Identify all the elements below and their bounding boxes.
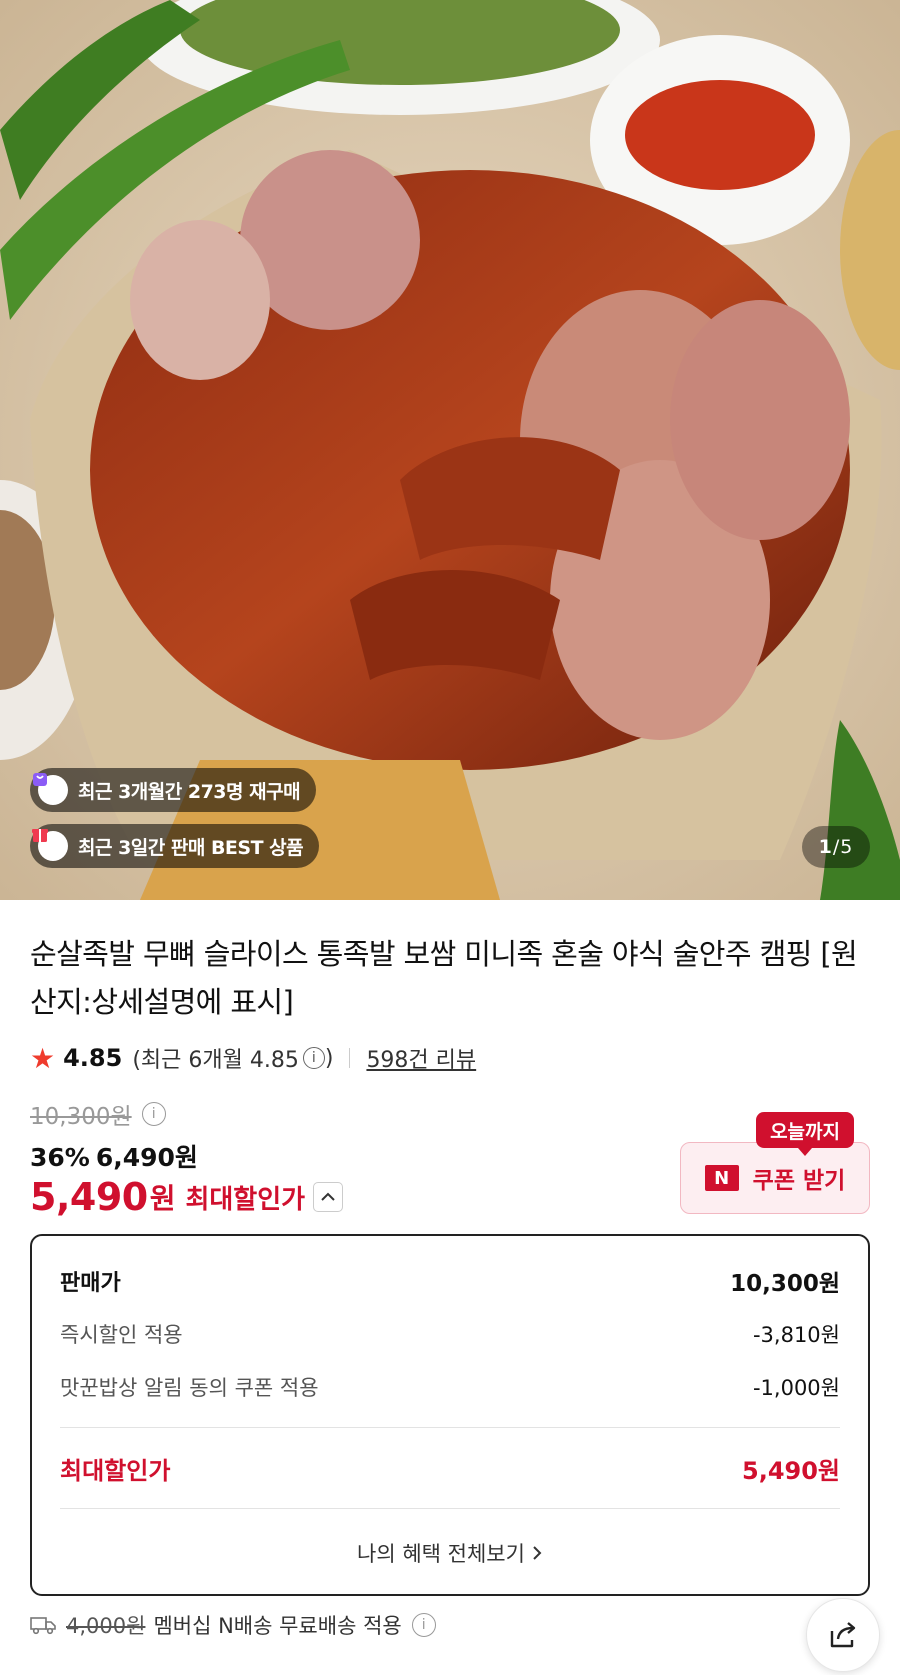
best-seller-badge: 최근 3일간 판매 BEST 상품 bbox=[30, 824, 320, 868]
star-icon: ★ bbox=[30, 1041, 56, 1075]
original-shipping-fee: 4,000원 bbox=[66, 1614, 146, 1638]
product-title: 순살족발 무뼈 슬라이스 통족발 보쌈 미니족 혼술 야식 술안주 캠핑 [원산… bbox=[30, 937, 858, 1019]
breakdown-label: 맛꾼밥상 알림 동의 쿠폰 적용 bbox=[60, 1375, 319, 1400]
image-pager: 1 / 5 bbox=[802, 826, 870, 868]
shipping-row: 4,000원 멤버십 N배송 무료배송 적용 i bbox=[30, 1610, 436, 1640]
max-discount-total-label: 최대할인가 bbox=[60, 1456, 171, 1485]
breakdown-row-instant-discount: 즉시할인 적용 -3,810원 bbox=[60, 1307, 840, 1360]
chevron-right-icon bbox=[533, 1546, 542, 1560]
discount-price-row: 36% 6,490원 bbox=[30, 1138, 198, 1174]
recent-rating-close: ) bbox=[324, 1045, 334, 1071]
free-shipping-text: 멤버십 N배송 무료배송 적용 bbox=[153, 1614, 402, 1638]
recent-rating-text: (최근 6개월 4.85 bbox=[132, 1048, 299, 1073]
divider bbox=[349, 1048, 351, 1068]
product-image-carousel[interactable]: 최근 3개월간 273명 재구매 최근 3일간 판매 BEST 상품 1 / 5 bbox=[0, 0, 900, 900]
today-only-tag: 오늘까지 bbox=[756, 1112, 854, 1156]
collapse-toggle-button[interactable] bbox=[313, 1182, 344, 1212]
discount-price: 6,490원 bbox=[95, 1143, 198, 1172]
original-price-row: 10,300원 i bbox=[30, 1097, 166, 1131]
view-all-benefits-link[interactable]: 나의 혜택 전체보기 bbox=[60, 1523, 840, 1583]
breakdown-label: 판매가 bbox=[60, 1270, 121, 1296]
discount-percent: 36% bbox=[30, 1143, 90, 1172]
review-count-link[interactable]: 598건 리뷰 bbox=[366, 1042, 476, 1074]
original-price: 10,300원 bbox=[30, 1104, 132, 1130]
share-button[interactable] bbox=[806, 1598, 880, 1672]
max-discount-label: 최대할인가 bbox=[185, 1184, 306, 1215]
repurchase-badge-text: 최근 3개월간 273명 재구매 bbox=[78, 780, 301, 803]
breakdown-row-sale-price: 판매가 10,300원 bbox=[60, 1254, 840, 1307]
max-discount-price-row: 5,490 원 최대할인가 bbox=[30, 1175, 344, 1219]
breakdown-value: -1,000원 bbox=[752, 1375, 840, 1400]
breakdown-row-coupon: 맛꾼밥상 알림 동의 쿠폰 적용 -1,000원 bbox=[60, 1360, 840, 1413]
breakdown-row-max-discount: 최대할인가 5,490원 bbox=[60, 1442, 840, 1494]
breakdown-label: 즉시할인 적용 bbox=[60, 1322, 183, 1347]
price-info-icon[interactable]: i bbox=[141, 1102, 166, 1126]
gift-box-icon bbox=[32, 829, 68, 861]
max-discount-unit: 원 bbox=[149, 1182, 176, 1215]
pager-separator: / bbox=[832, 836, 841, 858]
repurchase-badge: 최근 3개월간 273명 재구매 bbox=[30, 768, 317, 812]
share-icon bbox=[830, 1622, 856, 1648]
coupon-area: N 쿠폰 받기 오늘까지 bbox=[680, 1112, 870, 1214]
rating-row: ★ 4.85 (최근 6개월 4.85 i ) 598건 리뷰 bbox=[30, 1040, 476, 1076]
rating-score: 4.85 bbox=[63, 1044, 123, 1072]
truck-icon bbox=[30, 1617, 56, 1635]
best-seller-badge-text: 최근 3일간 판매 BEST 상품 bbox=[78, 836, 304, 859]
pager-total: 5 bbox=[840, 836, 854, 858]
divider bbox=[60, 1427, 840, 1428]
divider bbox=[60, 1508, 840, 1509]
max-discount-total-value: 5,490원 bbox=[742, 1456, 840, 1485]
price-breakdown-box: 판매가 10,300원 즉시할인 적용 -3,810원 맛꾼밥상 알림 동의 쿠… bbox=[30, 1234, 870, 1596]
chevron-up-icon bbox=[321, 1192, 335, 1201]
pager-current: 1 bbox=[818, 836, 833, 858]
info-icon[interactable]: i bbox=[302, 1047, 325, 1069]
max-discount-price: 5,490 bbox=[30, 1175, 148, 1219]
breakdown-value: -3,810원 bbox=[752, 1322, 840, 1347]
get-coupon-label: 쿠폰 받기 bbox=[752, 1168, 846, 1194]
get-coupon-button[interactable]: N 쿠폰 받기 bbox=[680, 1142, 870, 1214]
shipping-info-icon[interactable]: i bbox=[411, 1613, 436, 1637]
breakdown-value: 10,300원 bbox=[730, 1270, 840, 1297]
view-all-benefits-label: 나의 혜택 전체보기 bbox=[357, 1542, 525, 1566]
shopping-bag-icon bbox=[33, 773, 68, 805]
product-photo bbox=[0, 0, 900, 900]
naver-n-icon: N bbox=[704, 1165, 739, 1191]
